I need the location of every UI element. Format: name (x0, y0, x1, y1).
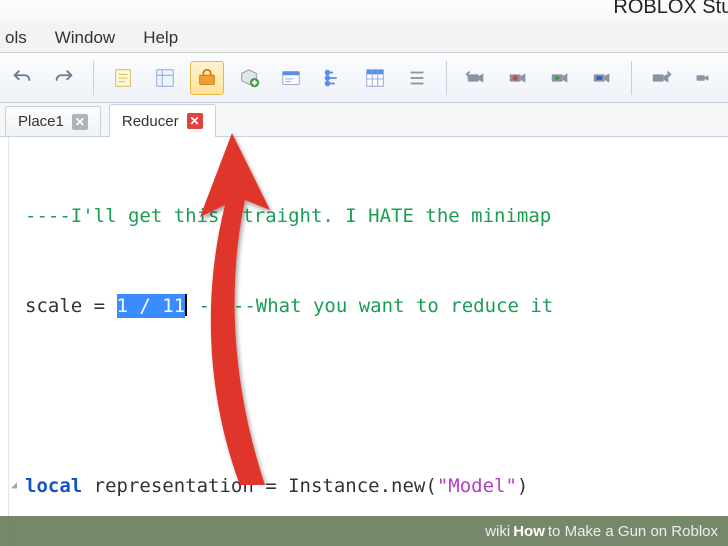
camera-small-icon[interactable] (686, 61, 720, 95)
tab-label: Place1 (18, 113, 64, 130)
fold-icon[interactable]: ◢ (11, 481, 21, 491)
tab-place1[interactable]: Place1 ✕ (5, 106, 101, 136)
undo-icon[interactable] (5, 61, 39, 95)
camera-skip-back-icon[interactable] (459, 61, 493, 95)
toolbar (0, 53, 728, 103)
line-gutter: 123 456 789 101112 1314 (0, 137, 9, 546)
toolbox-icon[interactable] (190, 61, 224, 95)
camera-play-icon[interactable] (543, 61, 577, 95)
redo-icon[interactable] (47, 61, 81, 95)
grid-icon[interactable] (358, 61, 392, 95)
article-title: to Make a Gun on Roblox (548, 523, 718, 540)
selection: 1 / 11 (117, 294, 186, 318)
camera-skip-fwd-icon[interactable] (644, 61, 678, 95)
attribution-bar: wikiHow to Make a Gun on Roblox (0, 516, 728, 546)
notes-icon[interactable] (106, 61, 140, 95)
code-editor[interactable]: 123 456 789 101112 1314 ----I'll get thi… (0, 137, 728, 546)
window-title: ROBLOX Studio (613, 0, 728, 19)
camera-stop-icon[interactable] (585, 61, 619, 95)
list-icon[interactable] (400, 61, 434, 95)
explorer-icon[interactable] (316, 61, 350, 95)
tab-label: Reducer (122, 113, 179, 130)
tab-reducer[interactable]: Reducer ✕ (109, 104, 216, 137)
tabstrip: Place1 ✕ Reducer ✕ (0, 103, 728, 137)
menu-tools[interactable]: ols (5, 28, 27, 48)
insert-part-icon[interactable] (232, 61, 266, 95)
wikihow-brand: wiki (485, 523, 510, 540)
properties-icon[interactable] (148, 61, 182, 95)
close-icon[interactable]: ✕ (72, 114, 88, 130)
text-caret (185, 294, 187, 316)
menu-window[interactable]: Window (55, 28, 115, 48)
wikihow-how: How (513, 523, 545, 540)
code-area[interactable]: ----I'll get this straight. I HATE the m… (9, 137, 728, 546)
menu-help[interactable]: Help (143, 28, 178, 48)
output-icon[interactable] (274, 61, 308, 95)
close-icon[interactable]: ✕ (187, 113, 203, 129)
menubar: ols Window Help (0, 23, 728, 53)
app-window: ROBLOX Studio ols Window Help Place1 ✕ (0, 0, 728, 546)
titlebar: ROBLOX Studio (0, 0, 728, 23)
camera-record-icon[interactable] (501, 61, 535, 95)
